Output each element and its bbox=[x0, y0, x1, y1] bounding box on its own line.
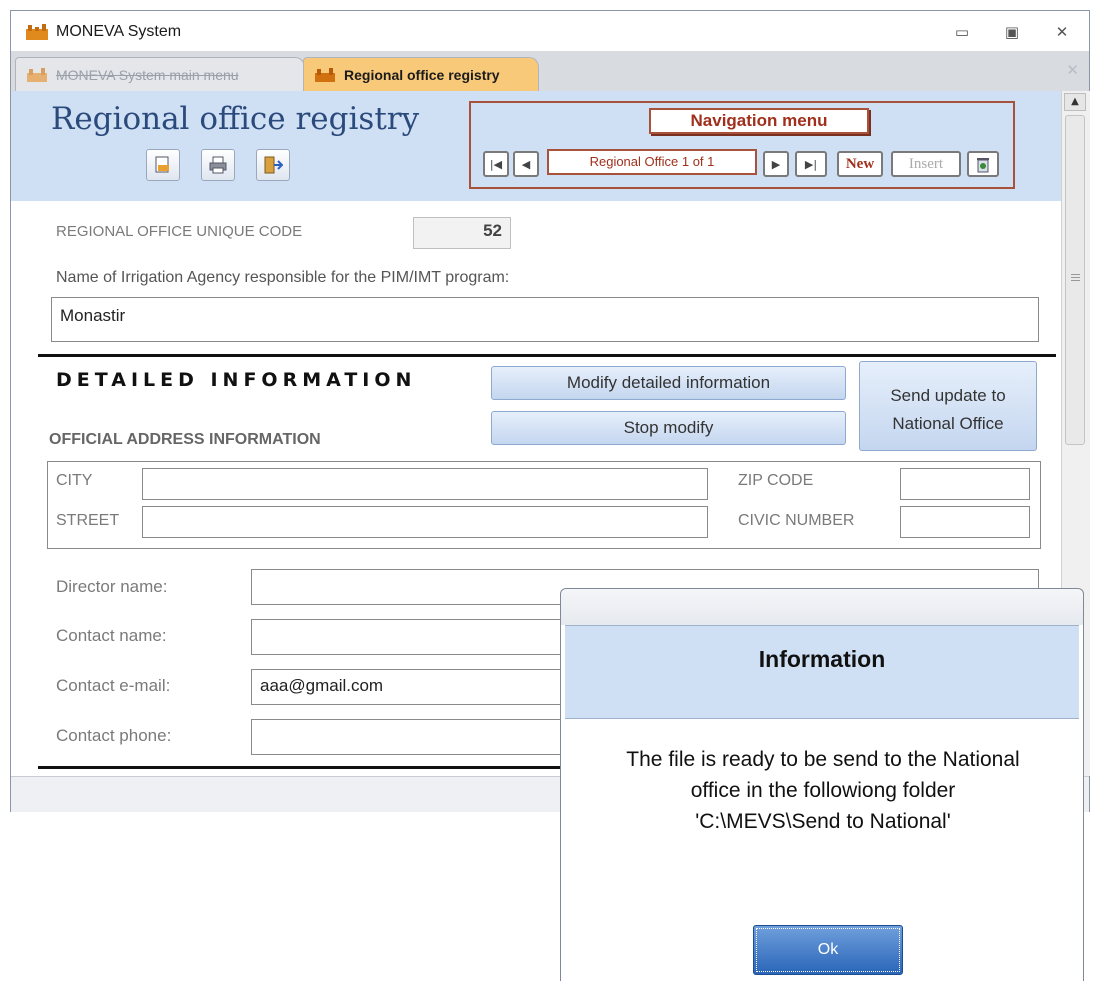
city-label: CITY bbox=[56, 472, 93, 489]
scroll-up-icon[interactable]: ▲ bbox=[1064, 93, 1086, 111]
first-record-icon: |◀ bbox=[489, 157, 503, 171]
dialog-message-line2: office in the followiong folder bbox=[690, 779, 956, 802]
window-title: MONEVA System bbox=[56, 23, 182, 40]
stop-modify-button[interactable]: Stop modify bbox=[491, 411, 846, 445]
previous-record-icon: ◀ bbox=[521, 157, 531, 171]
city-field[interactable] bbox=[142, 468, 708, 500]
app-icon bbox=[26, 24, 48, 40]
insert-record-button[interactable]: Insert bbox=[891, 151, 961, 177]
preview-button[interactable] bbox=[146, 149, 180, 181]
tab-main-menu[interactable]: MONEVA System main menu bbox=[15, 57, 305, 91]
zip-code-label: ZIP CODE bbox=[738, 472, 814, 489]
next-record-button[interactable]: ▶ bbox=[763, 151, 789, 177]
print-button[interactable] bbox=[201, 149, 235, 181]
trash-icon bbox=[977, 158, 989, 173]
ok-button[interactable]: Ok bbox=[753, 925, 903, 975]
unique-code-label: REGIONAL OFFICE UNIQUE CODE bbox=[56, 223, 303, 240]
last-record-button[interactable]: ▶| bbox=[795, 151, 827, 177]
detailed-information-heading: DETAILED INFORMATION bbox=[56, 369, 417, 391]
tab-regional-office-registry[interactable]: Regional office registry bbox=[303, 57, 539, 91]
form-header: Regional office registry Navigation menu bbox=[11, 91, 1061, 201]
dialog-title-bar bbox=[561, 589, 1083, 625]
dialog-message-line1: The file is ready to be send to the Nati… bbox=[626, 748, 1020, 771]
dialog-header: Information bbox=[565, 625, 1079, 719]
close-icon[interactable]: ✕ bbox=[1051, 23, 1073, 41]
minimize-icon[interactable]: ▭ bbox=[951, 23, 973, 41]
previous-record-button[interactable]: ◀ bbox=[513, 151, 539, 177]
zip-code-field[interactable] bbox=[900, 468, 1030, 500]
director-name-label: Director name: bbox=[56, 577, 168, 596]
send-update-label-line2: National Office bbox=[892, 414, 1004, 433]
civic-number-field[interactable] bbox=[900, 506, 1030, 538]
navigation-menu-title: Navigation menu bbox=[649, 108, 869, 134]
exit-button[interactable] bbox=[256, 149, 290, 181]
civic-number-label: CIVIC NUMBER bbox=[738, 512, 855, 529]
next-record-icon: ▶ bbox=[771, 157, 781, 171]
tab-label: MONEVA System main menu bbox=[56, 67, 239, 83]
last-record-icon: ▶| bbox=[804, 157, 818, 171]
navigation-menu: Navigation menu |◀ ◀ Regional Office 1 o… bbox=[469, 101, 1015, 189]
address-box: CITY ZIP CODE STREET CIVIC NUMBER bbox=[47, 461, 1041, 549]
street-field[interactable] bbox=[142, 506, 708, 538]
new-record-button[interactable]: New bbox=[837, 151, 883, 177]
app-icon bbox=[315, 68, 335, 82]
send-update-button[interactable]: Send update to National Office bbox=[859, 361, 1037, 451]
exit-door-icon bbox=[264, 156, 283, 174]
contact-phone-label: Contact phone: bbox=[56, 726, 172, 745]
app-icon bbox=[27, 68, 47, 82]
delete-record-button[interactable] bbox=[967, 151, 999, 177]
modify-detailed-information-button[interactable]: Modify detailed information bbox=[491, 366, 846, 400]
tab-label: Regional office registry bbox=[344, 67, 500, 83]
record-counter[interactable]: Regional Office 1 of 1 bbox=[547, 149, 757, 175]
title-bar: MONEVA System ▭ ▣ ✕ bbox=[11, 11, 1089, 51]
address-heading: OFFICIAL ADDRESS INFORMATION bbox=[49, 431, 321, 448]
contact-email-label: Contact e-mail: bbox=[56, 676, 171, 695]
close-tab-icon[interactable]: ✕ bbox=[1066, 61, 1079, 79]
tab-strip: MONEVA System main menu Regional office … bbox=[11, 51, 1089, 92]
send-update-label-line1: Send update to bbox=[890, 386, 1006, 405]
dialog-message-line3: 'C:\MEVS\Send to National' bbox=[695, 810, 951, 833]
agency-label: Name of Irrigation Agency responsible fo… bbox=[56, 269, 510, 286]
unique-code-field[interactable]: 52 bbox=[413, 217, 511, 249]
printer-icon bbox=[209, 156, 227, 174]
page-title: Regional office registry bbox=[51, 101, 420, 137]
scrollbar-thumb[interactable] bbox=[1065, 115, 1085, 445]
maximize-icon[interactable]: ▣ bbox=[1001, 23, 1023, 41]
information-dialog: Information The file is ready to be send… bbox=[560, 588, 1084, 981]
first-record-button[interactable]: |◀ bbox=[483, 151, 509, 177]
dialog-title: Information bbox=[758, 646, 886, 672]
document-preview-icon bbox=[155, 156, 169, 173]
dialog-message: The file is ready to be send to the Nati… bbox=[575, 744, 1071, 837]
agency-name-field[interactable]: Monastir bbox=[51, 297, 1039, 342]
section-divider bbox=[38, 354, 1056, 357]
street-label: STREET bbox=[56, 512, 120, 529]
contact-name-label: Contact name: bbox=[56, 626, 167, 645]
